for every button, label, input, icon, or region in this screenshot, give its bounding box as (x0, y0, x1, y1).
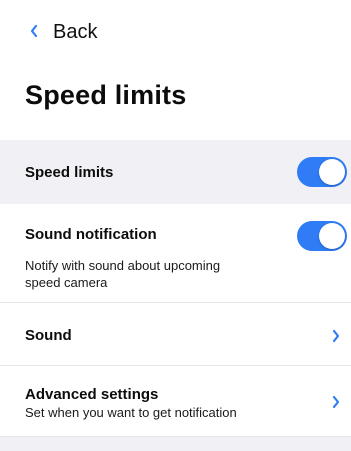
advanced-settings-label: Advanced settings (25, 386, 159, 403)
advanced-settings-row[interactable]: Advanced settings Set when you want to g… (0, 366, 351, 436)
back-label: Back (53, 20, 98, 43)
speed-limits-row[interactable]: Speed limits (0, 140, 351, 204)
sound-notification-toggle[interactable] (297, 221, 347, 251)
speed-limits-toggle[interactable] (297, 157, 347, 187)
toggle-knob (319, 159, 345, 185)
sound-notification-description: Notify with sound about upcoming speed c… (25, 257, 220, 291)
description-line-1: Notify with sound about upcoming (25, 258, 221, 273)
sound-label: Sound (25, 327, 72, 344)
speed-limits-label: Speed limits (25, 164, 114, 181)
speed-limits-screen: Back Speed limits Speed limits Sound not… (0, 0, 351, 451)
chevron-left-icon (29, 20, 45, 44)
section-footer (0, 437, 351, 451)
chevron-right-icon (331, 395, 341, 409)
sound-notification-label: Sound notification (25, 226, 157, 243)
sound-row[interactable]: Sound (0, 303, 351, 365)
sound-notification-row[interactable]: Sound notification Notify with sound abo… (0, 204, 351, 302)
page-title: Speed limits (25, 80, 187, 110)
back-button[interactable]: Back (29, 20, 97, 44)
toggle-knob (319, 223, 345, 249)
description-line-2: speed camera (25, 275, 108, 290)
advanced-settings-description: Set when you want to get notification (25, 405, 237, 420)
chevron-right-icon (331, 329, 341, 343)
header: Back Speed limits (0, 0, 351, 140)
